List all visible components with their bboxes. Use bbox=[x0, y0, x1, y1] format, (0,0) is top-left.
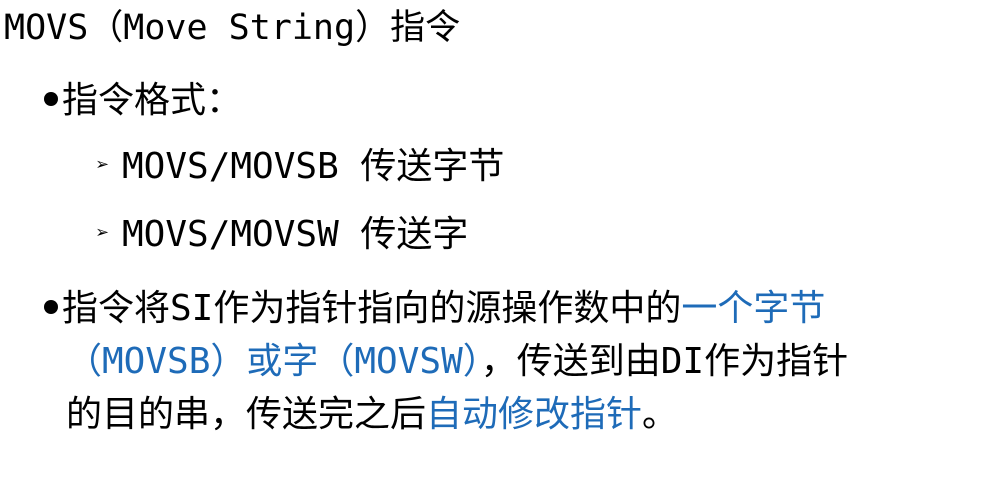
description-highlight: （MOVSB）或字（MOVSW） bbox=[66, 341, 481, 382]
description-text: ，传送到由DI作为指针 bbox=[480, 341, 849, 382]
description-line-3: 的目的串，传送完之后自动修改指针。 bbox=[44, 388, 994, 441]
description-text: 。 bbox=[642, 394, 679, 435]
description-highlight: 一个字节 bbox=[681, 288, 826, 329]
bullet-instruction-format: 指令格式： bbox=[44, 78, 242, 124]
description-text: 指令将SI作为指针指向的源操作数中的 bbox=[62, 288, 682, 329]
description-line-1: 指令将SI作为指针指向的源操作数中的一个字节 bbox=[44, 282, 994, 335]
sub-item-movsw: ➢ MOVS/MOVSW 传送字 bbox=[96, 212, 468, 259]
sub-item-movsb: ➢ MOVS/MOVSB 传送字节 bbox=[96, 144, 504, 191]
description-highlight: 自动修改指针 bbox=[426, 394, 643, 435]
bullet-dot-icon bbox=[44, 92, 58, 106]
description-line-2: （MOVSB）或字（MOVSW），传送到由DI作为指针 bbox=[44, 335, 994, 388]
description-paragraph: 指令将SI作为指针指向的源操作数中的一个字节 （MOVSB）或字（MOVSW），… bbox=[44, 282, 994, 441]
bullet-format-label: 指令格式： bbox=[62, 80, 243, 121]
sub-item-text: MOVS/MOVSB 传送字节 bbox=[122, 146, 505, 187]
arrow-bullet-icon: ➢ bbox=[96, 153, 110, 178]
sub-item-text: MOVS/MOVSW 传送字 bbox=[122, 214, 469, 255]
description-text: 的目的串，传送完之后 bbox=[66, 394, 427, 435]
bullet-dot-icon bbox=[44, 300, 58, 314]
arrow-bullet-icon: ➢ bbox=[96, 221, 110, 246]
slide-title: MOVS（Move String）指令 bbox=[4, 8, 461, 48]
